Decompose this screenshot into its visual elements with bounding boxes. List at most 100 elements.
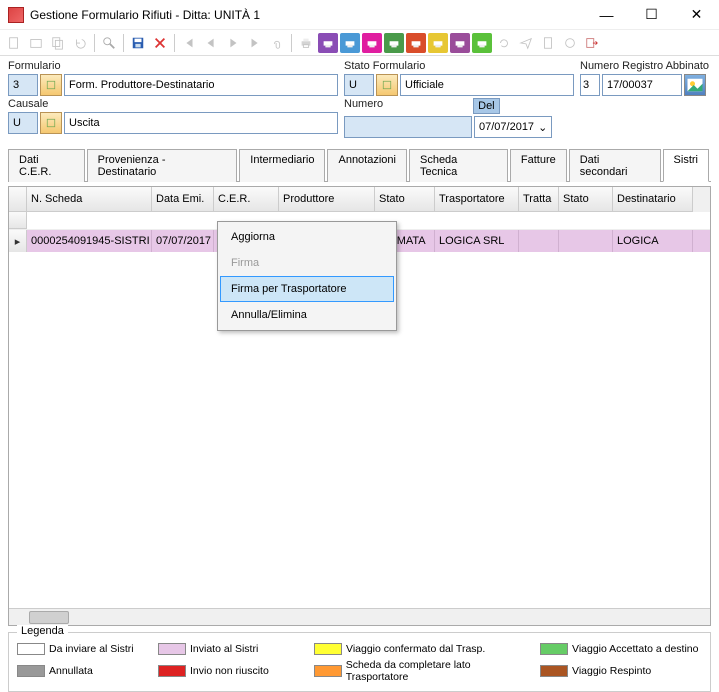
col-scheda[interactable]: N. Scheda: [27, 187, 152, 212]
legend-item: Viaggio confermato dal Trasp.: [314, 643, 534, 655]
stato-desc-field[interactable]: Ufficiale: [400, 74, 574, 96]
tab-scheda-tecnica[interactable]: Scheda Tecnica: [409, 149, 508, 182]
col-stato2[interactable]: Stato: [559, 187, 613, 212]
legend-swatch: [540, 643, 568, 655]
legend-item: Da inviare al Sistri: [17, 643, 152, 655]
first-icon[interactable]: [179, 33, 199, 53]
next-icon[interactable]: [223, 33, 243, 53]
print-magenta-icon[interactable]: [362, 33, 382, 53]
prev-icon[interactable]: [201, 33, 221, 53]
undo-icon[interactable]: [70, 33, 90, 53]
col-stato[interactable]: Stato: [375, 187, 435, 212]
menu-annulla[interactable]: Annulla/Elimina: [220, 302, 394, 328]
formulario-label: Formulario: [8, 60, 338, 72]
legend-item: Inviato al Sistri: [158, 643, 308, 655]
main-toolbar: [0, 30, 719, 56]
legend-label: Scheda da completare lato Trasportatore: [346, 659, 534, 683]
search-icon[interactable]: [99, 33, 119, 53]
formulario-lookup-button[interactable]: [40, 74, 62, 96]
numero-field[interactable]: [344, 116, 472, 138]
legend-swatch: [314, 665, 342, 677]
last-icon[interactable]: [245, 33, 265, 53]
registro-num-field[interactable]: 17/00037: [602, 74, 682, 96]
close-button[interactable]: ✕: [674, 0, 719, 30]
stato-code-field[interactable]: U: [344, 74, 374, 96]
tab-annotazioni[interactable]: Annotazioni: [327, 149, 407, 182]
menu-firma-trasportatore[interactable]: Firma per Trasportatore: [220, 276, 394, 302]
del-date-value: 07/07/2017: [479, 121, 534, 133]
stato-label: Stato Formulario: [344, 60, 574, 72]
print-gray-icon[interactable]: [296, 33, 316, 53]
context-menu: Aggiorna Firma Firma per Trasportatore A…: [217, 221, 397, 331]
attach-icon[interactable]: [267, 33, 287, 53]
numero-label: Numero: [344, 98, 383, 114]
cell-scheda: 0000254091945-SISTRI: [27, 230, 152, 252]
open-icon[interactable]: [26, 33, 46, 53]
col-tratta[interactable]: Tratta: [519, 187, 559, 212]
scrollbar-thumb[interactable]: [29, 611, 69, 624]
menu-aggiorna[interactable]: Aggiorna: [220, 224, 394, 250]
legend-item: Scheda da completare lato Trasportatore: [314, 659, 534, 683]
app-icon: [8, 7, 24, 23]
horizontal-scrollbar[interactable]: [9, 608, 710, 625]
col-destinatario[interactable]: Destinatario: [613, 187, 693, 212]
exit-icon[interactable]: [582, 33, 602, 53]
row-indicator-icon: ▸: [9, 230, 27, 252]
registro-label: Numero Registro Abbinato: [580, 60, 711, 72]
send-icon[interactable]: [516, 33, 536, 53]
grid-header: N. Scheda Data Emi. C.E.R. Produttore St…: [9, 187, 710, 212]
formulario-code-field[interactable]: 3: [8, 74, 38, 96]
chevron-down-icon: ⌄: [538, 121, 547, 134]
print-yellow-icon[interactable]: [428, 33, 448, 53]
del-date-field[interactable]: 07/07/2017 ⌄: [474, 116, 552, 138]
print-purple-icon[interactable]: [318, 33, 338, 53]
tab-provenienza[interactable]: Provenienza - Destinatario: [87, 149, 238, 182]
legend-swatch: [158, 665, 186, 677]
tab-sistri[interactable]: Sistri: [663, 149, 709, 182]
tab-fatture[interactable]: Fatture: [510, 149, 567, 182]
legend-item: Viaggio Respinto: [540, 665, 710, 677]
copy-icon[interactable]: [48, 33, 68, 53]
col-trasportatore[interactable]: Trasportatore: [435, 187, 519, 212]
save-icon[interactable]: [128, 33, 148, 53]
tab-intermediario[interactable]: Intermediario: [239, 149, 325, 182]
menu-firma[interactable]: Firma: [220, 250, 394, 276]
refresh-icon[interactable]: [494, 33, 514, 53]
registro-code-field[interactable]: 3: [580, 74, 600, 96]
stato-lookup-button[interactable]: [376, 74, 398, 96]
titlebar: Gestione Formulario Rifiuti - Ditta: UNI…: [0, 0, 719, 30]
legend-title: Legenda: [17, 625, 68, 637]
causale-lookup-button[interactable]: [40, 112, 62, 134]
formulario-desc-field[interactable]: Form. Produttore-Destinatario: [64, 74, 338, 96]
col-produttore[interactable]: Produttore: [279, 187, 375, 212]
causale-code-field[interactable]: U: [8, 112, 38, 134]
print-violet-icon[interactable]: [450, 33, 470, 53]
print-blue-icon[interactable]: [340, 33, 360, 53]
new-icon[interactable]: [4, 33, 24, 53]
print-orange-icon[interactable]: [406, 33, 426, 53]
del-label: Del: [473, 98, 500, 114]
legend-swatch: [540, 665, 568, 677]
print-green-icon[interactable]: [384, 33, 404, 53]
cell-tratta: [519, 230, 559, 252]
minimize-button[interactable]: ―: [584, 0, 629, 30]
legend-label: Viaggio confermato dal Trasp.: [346, 643, 485, 655]
tool-icon[interactable]: [560, 33, 580, 53]
tab-dati-cer[interactable]: Dati C.E.R.: [8, 149, 85, 182]
tab-dati-secondari[interactable]: Dati secondari: [569, 149, 661, 182]
registro-picture-button[interactable]: [684, 74, 706, 96]
causale-desc-field[interactable]: Uscita: [64, 112, 338, 134]
col-cer[interactable]: C.E.R.: [214, 187, 279, 212]
legend-label: Invio non riuscito: [190, 665, 269, 677]
cell-data: 07/07/2017: [152, 230, 214, 252]
maximize-button[interactable]: ☐: [629, 0, 674, 30]
tab-strip: Dati C.E.R. Provenienza - Destinatario I…: [8, 148, 711, 182]
print-lime-icon[interactable]: [472, 33, 492, 53]
legend-label: Da inviare al Sistri: [49, 643, 134, 655]
legend-item: Viaggio Accettato a destino: [540, 643, 710, 655]
delete-icon[interactable]: [150, 33, 170, 53]
cell-destinatario: LOGICA: [613, 230, 693, 252]
legend-label: Annullata: [49, 665, 93, 677]
col-data[interactable]: Data Emi.: [152, 187, 214, 212]
doc-icon[interactable]: [538, 33, 558, 53]
